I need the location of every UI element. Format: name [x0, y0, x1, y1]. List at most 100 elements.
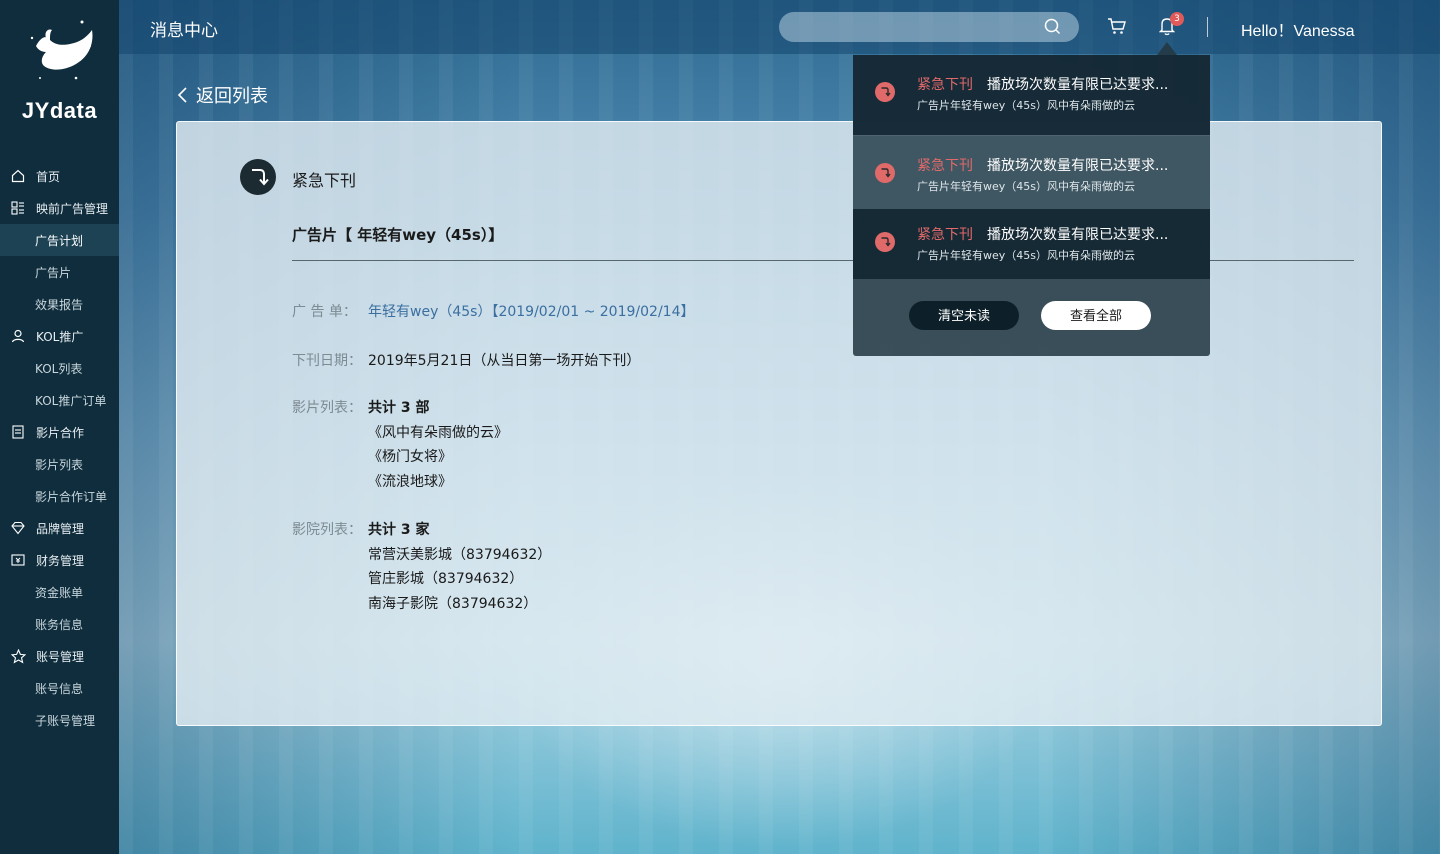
sidebar-item-label: 影片合作订单	[35, 489, 108, 504]
field-cinema-list: 影院列表： 共计 3 家 常营沃美影城（83794632） 管庄影城（83794…	[292, 518, 551, 616]
field-film-list: 影片列表： 共计 3 部 《风中有朵雨做的云》 《杨门女将》 《流浪地球》	[292, 396, 508, 494]
sidebar-item-pre-show-ads[interactable]: 映前广告管理	[0, 192, 119, 224]
field-label: 影院列表：	[292, 522, 362, 538]
whale-logo-icon	[30, 20, 92, 80]
sidebar-item-film-list[interactable]: 影片列表	[0, 448, 119, 480]
list-item: 南海子影院（83794632）	[368, 595, 538, 612]
sidebar-item-account-info-finance[interactable]: 账务信息	[0, 608, 119, 640]
sidebar-item-finance[interactable]: 财务管理	[0, 544, 119, 576]
notification-title: 播放场次数量有限已达要求...	[987, 158, 1169, 174]
sidebar-item-film-orders[interactable]: 影片合作订单	[0, 480, 119, 512]
search-icon[interactable]	[1044, 18, 1061, 39]
sidebar-item-label: 映前广告管理	[36, 201, 109, 216]
sidebar-item-label: 资金账单	[35, 585, 84, 600]
cinema-list: 共计 3 家 常营沃美影城（83794632） 管庄影城（83794632） 南…	[368, 518, 551, 616]
takedown-icon	[240, 159, 276, 199]
search-input[interactable]	[779, 12, 1079, 42]
notification-badge: 3	[1170, 12, 1184, 26]
sidebar-item-account-info[interactable]: 账号信息	[0, 672, 119, 704]
notification-tag: 紧急下刊	[917, 158, 973, 174]
sidebar-item-sub-accounts[interactable]: 子账号管理	[0, 704, 119, 736]
field-label: 影片列表：	[292, 400, 362, 416]
list-item: 《风中有朵雨做的云》	[368, 424, 508, 441]
list-item: 《杨门女将》	[368, 449, 452, 466]
top-header: 消息中心 3 Hello！Vanessa	[119, 0, 1440, 54]
sidebar-item-label: 广告片	[35, 265, 72, 280]
sidebar-item-label: KOL列表	[35, 361, 83, 376]
message-type: 紧急下刊	[292, 171, 357, 190]
notification-title: 播放场次数量有限已达要求...	[987, 77, 1169, 93]
document-icon	[10, 424, 26, 440]
star-icon	[10, 648, 26, 664]
list-item: 常营沃美影城（83794632）	[368, 546, 552, 563]
field-ad-order: 广 告 单： 年轻有wey（45s）【2019/02/01 ~ 2019/02/…	[292, 300, 694, 325]
list-item: 《流浪地球》	[368, 473, 452, 490]
sidebar-item-film-coop[interactable]: 影片合作	[0, 416, 119, 448]
sidebar-item-kol-orders[interactable]: KOL推广订单	[0, 384, 119, 416]
field-label: 广 告 单：	[292, 304, 357, 320]
cart-icon[interactable]	[1107, 16, 1127, 40]
sidebar: JYdata 首页 映前广告管理 广告计划 广告片 效果报告 KOL推广 KOL…	[0, 0, 119, 854]
view-all-button[interactable]: 查看全部	[1041, 301, 1151, 330]
notification-item[interactable]: 紧急下刊 播放场次数量有限已达要求... 广告片年轻有wey（45s）风中有朵雨…	[853, 135, 1210, 209]
sidebar-item-label: 财务管理	[36, 553, 85, 568]
header-divider	[1207, 17, 1208, 37]
sidebar-item-label: 影片合作	[36, 425, 85, 440]
back-to-list-link[interactable]: 返回列表	[176, 82, 268, 108]
takedown-date-value: 2019年5月21日（从当日第一场开始下刊）	[368, 353, 641, 369]
sidebar-nav: 首页 映前广告管理 广告计划 广告片 效果报告 KOL推广 KOL列表 KOL推…	[0, 160, 119, 736]
sidebar-item-label: 子账号管理	[35, 713, 96, 728]
sidebar-item-label: 影片列表	[35, 457, 84, 472]
user-icon	[10, 328, 26, 344]
notification-item[interactable]: 紧急下刊 播放场次数量有限已达要求... 广告片年轻有wey（45s）风中有朵雨…	[853, 209, 1210, 279]
user-greeting[interactable]: Hello！Vanessa	[1241, 17, 1355, 41]
sidebar-item-label: KOL推广	[36, 329, 84, 344]
sidebar-item-label: 广告计划	[35, 233, 84, 248]
clear-unread-button[interactable]: 清空未读	[909, 301, 1019, 330]
takedown-icon	[875, 163, 895, 187]
notification-title: 播放场次数量有限已达要求...	[987, 227, 1169, 243]
dropdown-caret	[1157, 42, 1177, 55]
back-label: 返回列表	[196, 86, 268, 107]
sidebar-item-label: 账号管理	[36, 649, 85, 664]
ad-order-link[interactable]: 年轻有wey（45s）【2019/02/01 ~ 2019/02/14】	[368, 300, 694, 325]
sidebar-item-label: KOL推广订单	[35, 393, 107, 408]
sidebar-item-kol-list[interactable]: KOL列表	[0, 352, 119, 384]
home-icon	[10, 168, 26, 184]
list-item: 管庄影城（83794632）	[368, 571, 524, 588]
notification-subtitle: 广告片年轻有wey（45s）风中有朵雨做的云	[917, 180, 1136, 193]
sidebar-item-label: 品牌管理	[36, 521, 85, 536]
logo-text: JYdata	[21, 98, 98, 123]
sidebar-item-home[interactable]: 首页	[0, 160, 119, 192]
notification-tag: 紧急下刊	[917, 77, 973, 93]
sidebar-item-report[interactable]: 效果报告	[0, 288, 119, 320]
film-total: 共计 3 部	[368, 400, 430, 416]
takedown-icon	[875, 82, 895, 106]
chevron-left-icon	[177, 87, 187, 103]
notification-subtitle: 广告片年轻有wey（45s）风中有朵雨做的云	[917, 99, 1136, 112]
sidebar-item-fund-bill[interactable]: 资金账单	[0, 576, 119, 608]
film-list: 共计 3 部 《风中有朵雨做的云》 《杨门女将》 《流浪地球》	[368, 396, 508, 494]
logo[interactable]: JYdata	[0, 16, 119, 126]
sidebar-item-ad-plan[interactable]: 广告计划	[0, 224, 119, 256]
message-headline: 广告片【 年轻有wey（45s）】	[292, 226, 504, 244]
notification-item[interactable]: 紧急下刊 播放场次数量有限已达要求... 广告片年轻有wey（45s）风中有朵雨…	[853, 55, 1210, 135]
sidebar-item-ad-film[interactable]: 广告片	[0, 256, 119, 288]
page-title: 消息中心	[150, 21, 218, 41]
field-label: 下刊日期：	[292, 353, 362, 369]
field-takedown-date: 下刊日期： 2019年5月21日（从当日第一场开始下刊）	[292, 349, 640, 374]
notification-subtitle: 广告片年轻有wey（45s）风中有朵雨做的云	[917, 249, 1136, 262]
diamond-icon	[10, 520, 26, 536]
sidebar-item-brand[interactable]: 品牌管理	[0, 512, 119, 544]
sidebar-item-label: 账务信息	[35, 617, 84, 632]
finance-icon	[10, 552, 26, 568]
notification-tag: 紧急下刊	[917, 227, 973, 243]
takedown-icon	[875, 232, 895, 256]
grid-icon	[10, 200, 26, 216]
notification-dropdown: 紧急下刊 播放场次数量有限已达要求... 广告片年轻有wey（45s）风中有朵雨…	[853, 55, 1210, 356]
cinema-total: 共计 3 家	[368, 522, 430, 538]
sidebar-item-kol[interactable]: KOL推广	[0, 320, 119, 352]
sidebar-item-label: 首页	[36, 169, 61, 184]
sidebar-item-account-mgmt[interactable]: 账号管理	[0, 640, 119, 672]
sidebar-item-label: 账号信息	[35, 681, 84, 696]
